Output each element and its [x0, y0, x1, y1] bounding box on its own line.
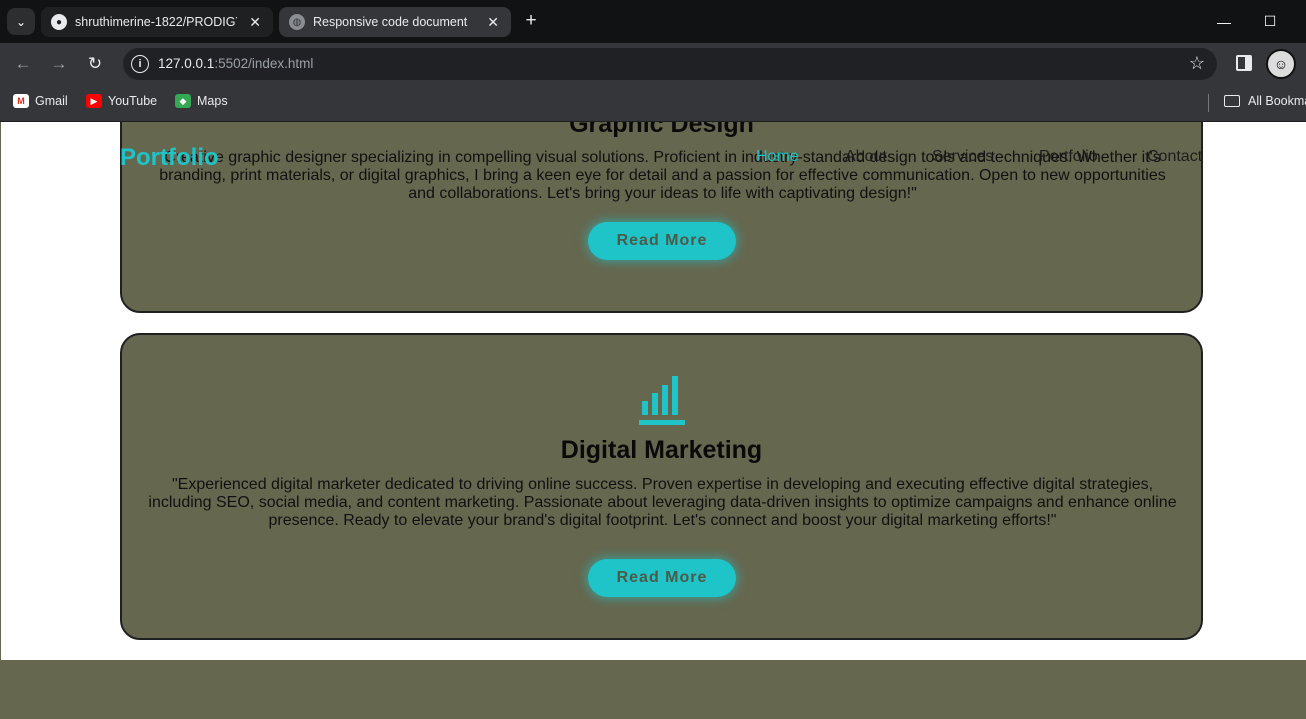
service-title: Digital Marketing — [560, 436, 763, 464]
bookmark-label: Gmail — [35, 94, 68, 108]
page-viewport[interactable]: Graphic Design Creative graphic designer… — [0, 122, 1306, 719]
reload-button[interactable]: ↻ — [83, 52, 107, 76]
bookmark-star-icon[interactable]: ☆ — [1189, 53, 1205, 74]
profile-avatar[interactable]: ☺ — [1266, 49, 1296, 79]
site-logo[interactable]: Portfolio — [120, 144, 219, 172]
maps-icon: ◆ — [175, 94, 191, 108]
gmail-icon: M — [13, 94, 29, 108]
read-more-button[interactable]: Read More — [588, 222, 736, 260]
nav-services[interactable]: Services — [932, 148, 993, 166]
bookmark-gmail[interactable]: M Gmail — [13, 94, 68, 108]
tab-github[interactable]: ● shruthimerine-1822/PRODIGY_W ✕ — [41, 7, 273, 37]
youtube-icon: ▶ — [86, 94, 102, 108]
site-info-icon[interactable]: i — [131, 55, 149, 73]
address-bar[interactable]: i 127.0.0.1:5502/index.html ☆ — [123, 48, 1217, 80]
forward-button[interactable]: → — [47, 52, 71, 76]
side-panel-icon[interactable] — [1236, 55, 1252, 71]
maximize-button[interactable]: ☐ — [1247, 0, 1293, 43]
github-icon: ● — [51, 14, 67, 30]
read-more-button[interactable]: Read More — [588, 559, 736, 597]
bar-chart-icon — [639, 376, 685, 425]
close-icon[interactable]: ✕ — [487, 14, 499, 31]
bookmark-youtube[interactable]: ▶ YouTube — [86, 94, 157, 108]
bookmark-label: YouTube — [108, 94, 158, 108]
globe-icon: ◍ — [289, 14, 305, 30]
tab-strip: ⌄ ● shruthimerine-1822/PRODIGY_W ✕ ◍ Res… — [0, 0, 1306, 43]
url-text[interactable]: 127.0.0.1:5502/index.html — [158, 56, 313, 71]
browser-toolbar: ← → ↻ i 127.0.0.1:5502/index.html ☆ ☺ — [0, 43, 1306, 85]
tab-title: Responsive code document — [313, 15, 468, 29]
all-bookmarks[interactable]: All Bookmarks — [1224, 94, 1306, 108]
nav-contact[interactable]: Contact — [1147, 148, 1202, 166]
tab-responsive-doc[interactable]: ◍ Responsive code document ✕ — [279, 7, 511, 37]
all-bookmarks-label: All Bookmarks — [1248, 94, 1306, 108]
nav-about[interactable]: About — [845, 148, 887, 166]
bookmark-maps[interactable]: ◆ Maps — [175, 94, 228, 108]
service-card-digital-marketing: Digital Marketing "Experienced digital m… — [120, 333, 1203, 640]
bookmarks-divider — [1208, 94, 1209, 112]
minimize-button[interactable]: — — [1201, 0, 1247, 43]
new-tab-button[interactable]: + — [519, 9, 543, 33]
bookmark-label: Maps — [197, 94, 228, 108]
nav-home[interactable]: Home — [756, 148, 799, 166]
bookmarks-bar: M Gmail ▶ YouTube ◆ Maps All Bookmarks — [0, 85, 1306, 122]
folder-icon — [1224, 95, 1240, 107]
close-icon[interactable]: ✕ — [249, 14, 261, 31]
site-header: Portfolio Home About Services Portfolio … — [0, 122, 1306, 192]
service-description: "Experienced digital marketer dedicated … — [148, 476, 1177, 529]
tab-title: shruthimerine-1822/PRODIGY_W — [75, 15, 237, 29]
tab-search-button[interactable]: ⌄ — [7, 8, 35, 35]
nav-portfolio[interactable]: Portfolio — [1039, 148, 1098, 166]
back-button[interactable]: ← — [11, 52, 35, 76]
